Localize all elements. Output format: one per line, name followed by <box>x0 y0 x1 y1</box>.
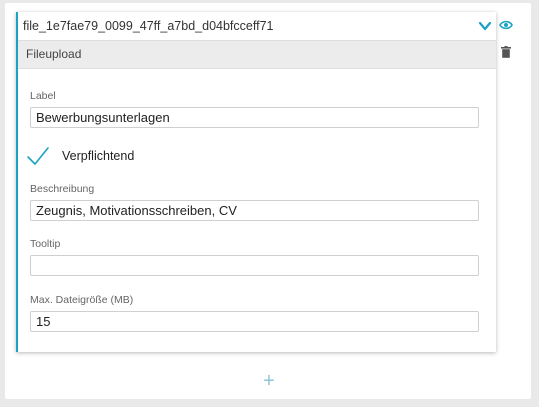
label-field-label: Label <box>30 90 56 102</box>
label-input[interactable] <box>30 107 479 128</box>
chevron-down-icon[interactable] <box>478 20 492 32</box>
field-id-text: file_1e7fae79_0099_47ff_a7bd_d04bfcceff7… <box>23 19 274 33</box>
checkmark-icon <box>27 147 49 165</box>
max-size-field-label: Max. Dateigröße (MB) <box>30 294 134 306</box>
add-field-button[interactable]: + <box>260 371 278 391</box>
required-label: Verpflichtend <box>62 149 135 163</box>
required-checkbox[interactable]: Verpflichtend <box>26 145 276 169</box>
tooltip-input[interactable] <box>30 255 479 276</box>
field-type-label: Fileupload <box>26 47 82 61</box>
eye-icon[interactable] <box>499 19 513 31</box>
form-field-card: file_1e7fae79_0099_47ff_a7bd_d04bfcceff7… <box>16 12 496 352</box>
trash-icon[interactable] <box>501 46 511 58</box>
description-input[interactable] <box>30 200 479 221</box>
max-size-input[interactable] <box>30 311 479 332</box>
field-id-header[interactable]: file_1e7fae79_0099_47ff_a7bd_d04bfcceff7… <box>18 12 496 40</box>
tooltip-field-label: Tooltip <box>30 238 61 250</box>
description-field-label: Beschreibung <box>30 183 95 195</box>
field-type-bar: Fileupload <box>18 40 496 69</box>
